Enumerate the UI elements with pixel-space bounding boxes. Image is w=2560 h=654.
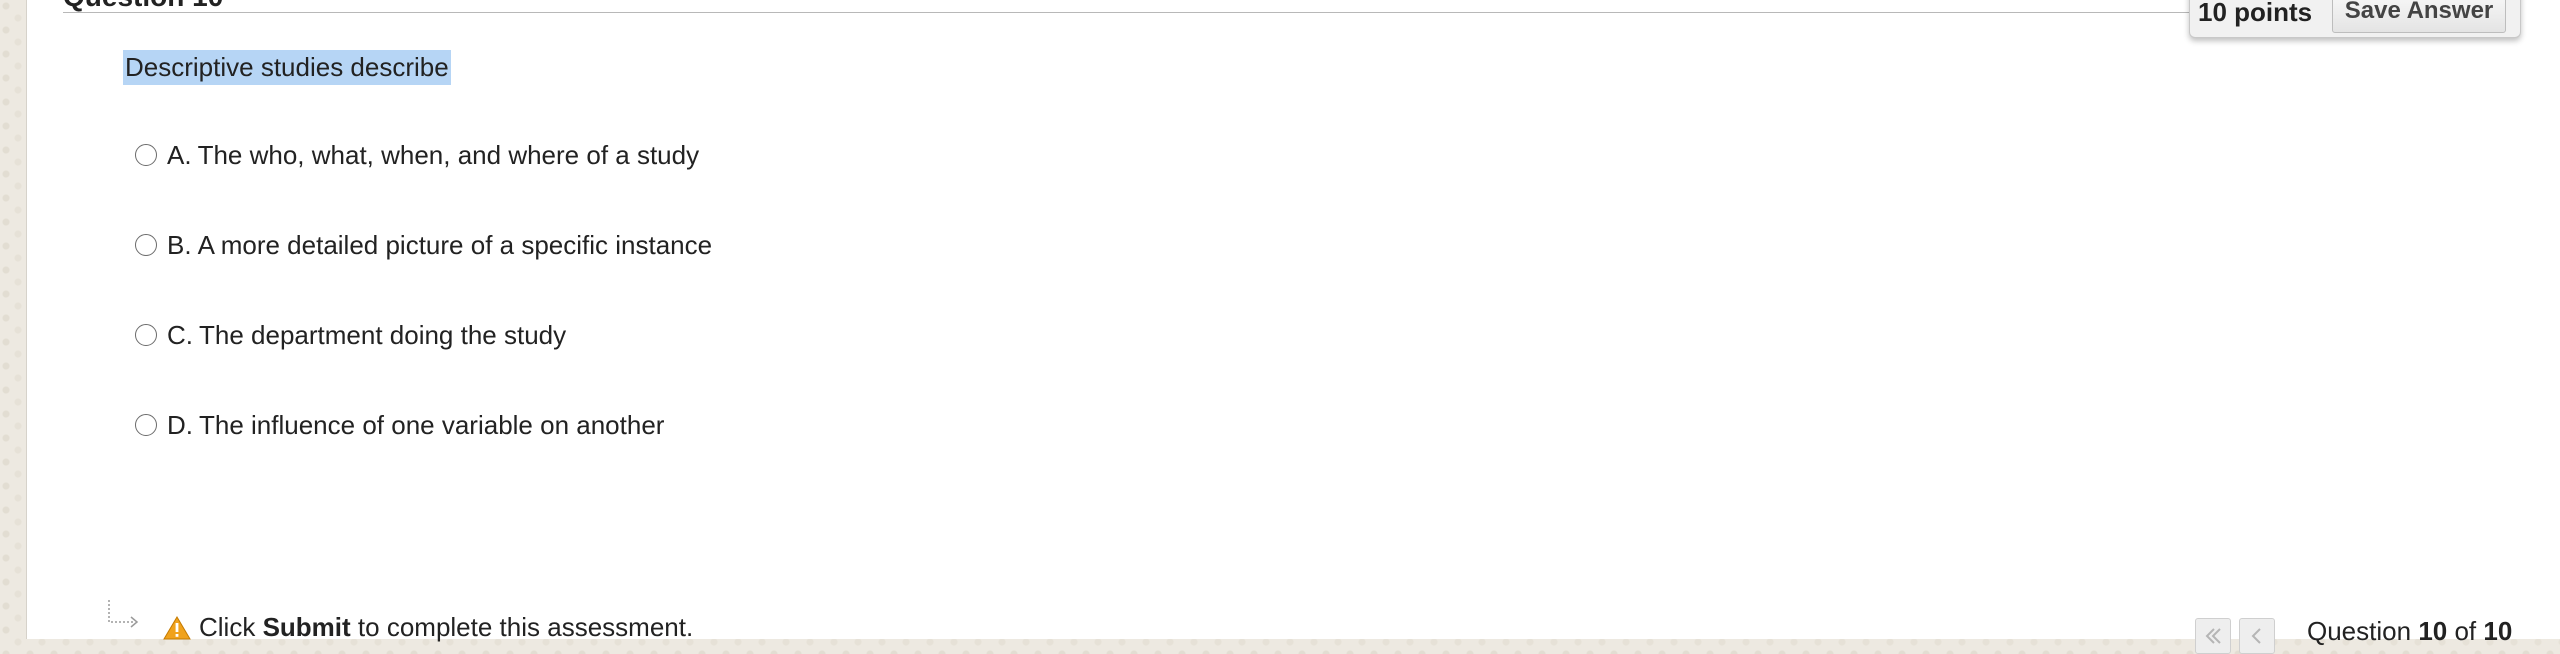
previous-page-icon — [2251, 628, 2261, 644]
option-letter: C. — [167, 319, 193, 350]
option-letter: D. — [167, 409, 193, 440]
option-letter: B. — [167, 229, 192, 260]
option-text: The influence of one variable on another — [199, 409, 665, 440]
submit-instruction: Click Submit to complete this assessment… — [199, 612, 693, 643]
radio-button[interactable] — [135, 414, 157, 436]
warning-icon — [163, 616, 191, 640]
option-a[interactable]: A. The who, what, when, and where of a s… — [135, 135, 699, 175]
counter-current: 10 — [2418, 616, 2448, 646]
first-page-button[interactable] — [2195, 618, 2231, 654]
counter-prefix: Question — [2307, 616, 2412, 646]
option-b[interactable]: B. A more detailed picture of a specific… — [135, 225, 712, 265]
points-box: 10 points Save Answer — [2189, 0, 2521, 38]
option-c[interactable]: C. The department doing the study — [135, 315, 566, 355]
question-text: Descriptive studies describe — [123, 50, 451, 85]
option-text: A more detailed picture of a specific in… — [197, 229, 713, 260]
radio-button[interactable] — [135, 144, 157, 166]
save-answer-button[interactable]: Save Answer — [2332, 0, 2506, 33]
question-panel: Question 10 Descriptive studies describe… — [26, 0, 2560, 654]
divider — [63, 12, 2193, 13]
radio-button[interactable] — [135, 234, 157, 256]
submit-suffix: to complete this assessment. — [357, 612, 694, 642]
previous-page-button[interactable] — [2239, 618, 2275, 654]
option-text: The who, what, when, and where of a stud… — [197, 139, 700, 170]
first-page-icon — [2205, 628, 2221, 644]
option-letter: A. — [167, 139, 192, 170]
submit-prefix: Click — [199, 612, 256, 642]
counter-of: of — [2454, 616, 2477, 646]
counter-total: 10 — [2483, 616, 2513, 646]
question-counter: Question 10 of 10 — [2307, 616, 2512, 647]
points-label: 10 points — [2198, 0, 2313, 27]
submit-arrow-icon — [108, 600, 139, 628]
option-d[interactable]: D. The influence of one variable on anot… — [135, 405, 664, 445]
radio-button[interactable] — [135, 324, 157, 346]
option-text: The department doing the study — [199, 319, 567, 350]
submit-word: Submit — [262, 612, 351, 642]
